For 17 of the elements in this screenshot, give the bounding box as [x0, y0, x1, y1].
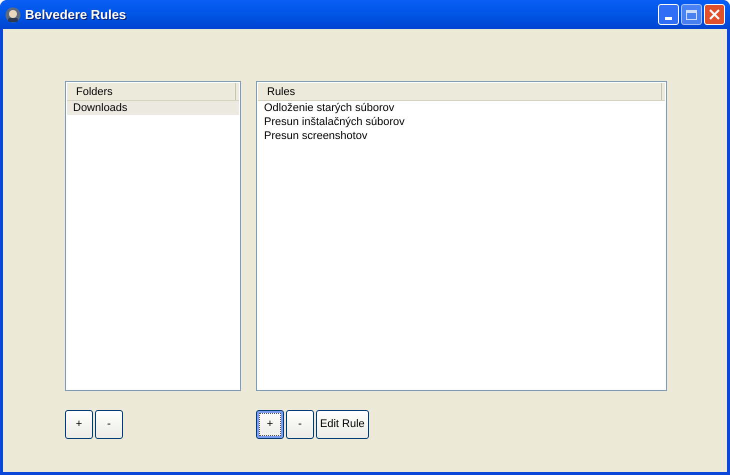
- close-button[interactable]: [704, 4, 725, 25]
- list-box[interactable]: Rules Odloženie starých súborov Presun inštalačných súborov Presun screenshotov: [256, 81, 667, 391]
- push-button[interactable]: +: [256, 410, 284, 439]
- maximize-button[interactable]: [681, 4, 702, 25]
- list-item[interactable]: Presun inštalačných súborov: [258, 115, 665, 129]
- minimize-button[interactable]: [658, 4, 679, 25]
- close-icon: [709, 9, 720, 20]
- user-icon: [5, 6, 21, 22]
- push-button[interactable]: -: [286, 410, 314, 439]
- list-item[interactable]: Presun screenshotov: [258, 129, 665, 143]
- list-item[interactable]: Downloads: [67, 101, 239, 115]
- list-item[interactable]: Odloženie starých súborov: [258, 101, 665, 115]
- window-title: Belvedere Rules: [25, 6, 126, 24]
- push-button[interactable]: Edit Rule: [316, 410, 369, 439]
- push-button[interactable]: +: [65, 410, 93, 439]
- list-box[interactable]: Folders Downloads: [65, 81, 241, 391]
- push-button[interactable]: -: [95, 410, 123, 439]
